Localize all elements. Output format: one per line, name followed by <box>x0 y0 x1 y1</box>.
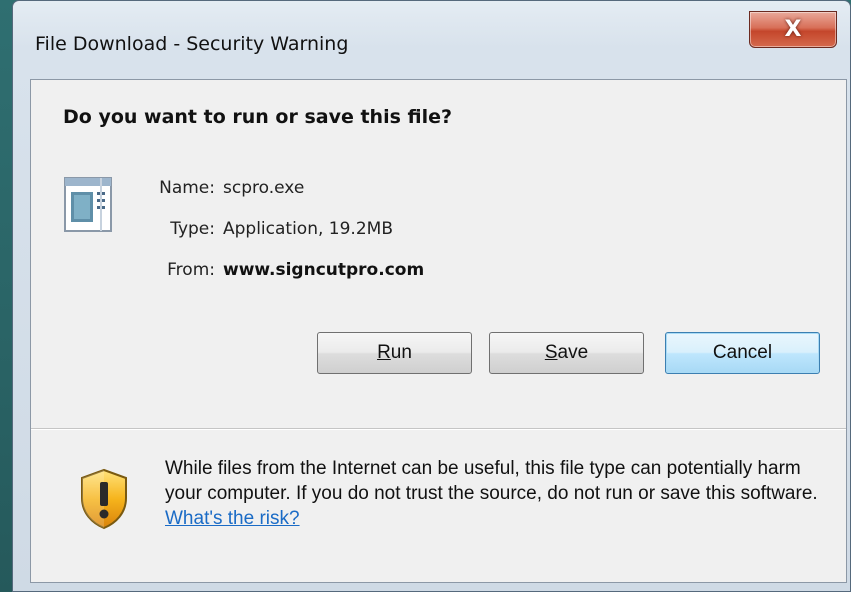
save-label: ave <box>557 342 589 363</box>
shield-warning-icon <box>81 468 127 530</box>
title-bar[interactable]: File Download - Security Warning X <box>13 1 850 79</box>
from-label: From: <box>167 260 215 280</box>
type-value: Application, 19.2MB <box>223 219 393 239</box>
run-label: un <box>390 342 412 363</box>
dialog-client-area: Do you want to run or save this file? Na… <box>30 79 847 583</box>
type-label: Type: <box>170 219 215 239</box>
run-mnemonic: R <box>377 342 391 363</box>
name-value: scpro.exe <box>223 178 305 198</box>
dialog-heading: Do you want to run or save this file? <box>63 106 453 128</box>
close-icon: X <box>784 16 802 42</box>
dialog-window: File Download - Security Warning X Do yo… <box>12 0 851 592</box>
name-label: Name: <box>159 178 215 198</box>
close-button[interactable]: X <box>749 11 837 48</box>
warning-message: While files from the Internet can be use… <box>165 456 825 531</box>
save-button[interactable]: Save <box>489 332 644 374</box>
cancel-label: Cancel <box>712 342 773 363</box>
run-button[interactable]: Run <box>317 332 472 374</box>
window-title: File Download - Security Warning <box>35 33 349 55</box>
cancel-button[interactable]: Cancel <box>665 332 820 374</box>
save-mnemonic: S <box>544 342 558 363</box>
from-value: www.signcutpro.com <box>223 260 425 280</box>
warning-text: While files from the Internet can be use… <box>165 458 818 504</box>
whats-the-risk-link[interactable]: What's the risk? <box>165 508 300 529</box>
